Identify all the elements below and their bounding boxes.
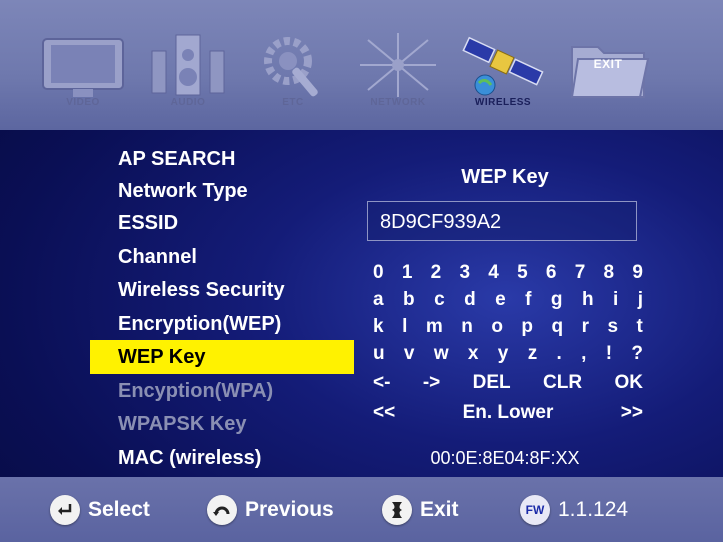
enter-icon bbox=[50, 495, 80, 525]
key-3[interactable]: 3 bbox=[459, 262, 470, 288]
key-question[interactable]: ? bbox=[631, 343, 643, 369]
keyboard-row-controls: <- -> DEL CLR OK bbox=[373, 372, 643, 398]
key-q[interactable]: q bbox=[552, 316, 564, 342]
key-period[interactable]: . bbox=[557, 343, 562, 369]
category-label: VIDEO bbox=[66, 97, 100, 108]
select-button[interactable]: Select bbox=[50, 495, 150, 525]
key-4[interactable]: 4 bbox=[488, 262, 499, 288]
key-m[interactable]: m bbox=[426, 316, 443, 342]
category-video[interactable]: VIDEO bbox=[28, 25, 138, 125]
key-0[interactable]: 0 bbox=[373, 262, 384, 288]
menu-item-essid[interactable]: ESSID bbox=[90, 206, 354, 240]
satellite-icon bbox=[462, 36, 544, 96]
key-z[interactable]: z bbox=[528, 343, 538, 369]
key-2[interactable]: 2 bbox=[431, 262, 442, 288]
key-w[interactable]: w bbox=[434, 343, 449, 369]
category-exit[interactable]: EXIT bbox=[553, 25, 663, 125]
firmware-badge-icon: FW bbox=[520, 495, 550, 525]
menu-item-wpapsk-key: WPAPSK Key bbox=[118, 413, 247, 435]
menu-item-channel[interactable]: Channel bbox=[90, 240, 354, 274]
tv-icon bbox=[42, 38, 124, 97]
category-bar: VIDEO AUDIO ETC NETWORK WIRELESS EXIT bbox=[0, 0, 723, 130]
keyboard-row-u-symbols: u v w x y z . , ! ? bbox=[373, 343, 643, 369]
key-b[interactable]: b bbox=[403, 289, 415, 315]
key-ok[interactable]: OK bbox=[615, 372, 644, 398]
previous-button[interactable]: Previous bbox=[207, 495, 334, 525]
key-p[interactable]: p bbox=[521, 316, 533, 342]
key-x[interactable]: x bbox=[468, 343, 479, 369]
key-l[interactable]: l bbox=[402, 316, 407, 342]
speaker-icon bbox=[151, 34, 225, 96]
previous-label: Previous bbox=[245, 498, 334, 521]
key-c[interactable]: c bbox=[434, 289, 445, 315]
key-t[interactable]: t bbox=[637, 316, 643, 342]
category-label: WIRELESS bbox=[474, 97, 532, 108]
key-comma[interactable]: , bbox=[581, 343, 586, 369]
category-label: NETWORK bbox=[370, 97, 426, 108]
key-prev-layout[interactable]: << bbox=[373, 402, 395, 428]
return-arrow-icon bbox=[207, 495, 237, 525]
category-wireless[interactable]: WIRELESS bbox=[448, 25, 558, 125]
category-audio[interactable]: AUDIO bbox=[133, 25, 243, 125]
mac-address: 00:0E:8E04:8F:XX bbox=[430, 448, 580, 468]
category-etc[interactable]: ETC bbox=[238, 25, 348, 125]
menu-item-ap-search[interactable]: AP SEARCH bbox=[90, 142, 354, 176]
key-i[interactable]: i bbox=[613, 289, 618, 315]
key-r[interactable]: r bbox=[582, 316, 589, 342]
key-cursor-right[interactable]: -> bbox=[423, 372, 440, 398]
bottom-hint-bar: Select Previous Exit FW 1.1.124 bbox=[0, 477, 723, 542]
exit-label: Exit bbox=[420, 498, 459, 521]
key-next-layout[interactable]: >> bbox=[621, 402, 643, 428]
keyboard-row-digits: 0 1 2 3 4 5 6 7 8 9 bbox=[373, 262, 643, 288]
key-9[interactable]: 9 bbox=[632, 262, 643, 288]
key-e[interactable]: e bbox=[495, 289, 506, 315]
wep-key-input[interactable]: 8D9CF939A2 bbox=[367, 201, 637, 241]
settings-screen: VIDEO AUDIO ETC NETWORK WIRELESS EXIT AP… bbox=[0, 0, 723, 542]
key-6[interactable]: 6 bbox=[546, 262, 557, 288]
key-7[interactable]: 7 bbox=[575, 262, 586, 288]
key-f[interactable]: f bbox=[525, 289, 531, 315]
key-8[interactable]: 8 bbox=[604, 262, 615, 288]
firmware-version-label: 1.1.124 bbox=[558, 498, 629, 521]
key-h[interactable]: h bbox=[582, 289, 594, 315]
key-exclamation[interactable]: ! bbox=[606, 343, 612, 369]
key-cursor-left[interactable]: <- bbox=[373, 372, 390, 398]
key-a[interactable]: a bbox=[373, 289, 384, 315]
keyboard-row-a-j: a b c d e f g h i j bbox=[373, 289, 643, 315]
wrench-icon bbox=[382, 495, 412, 525]
firmware-version: FW 1.1.124 bbox=[520, 495, 628, 525]
keyboard-row-k-t: k l m n o p q r s t bbox=[373, 316, 643, 342]
keyboard-row-layout: << En. Lower >> bbox=[373, 402, 643, 428]
key-j[interactable]: j bbox=[638, 289, 643, 315]
key-5[interactable]: 5 bbox=[517, 262, 528, 288]
menu-item-encryption-wpa: Encyption(WPA) bbox=[118, 380, 274, 402]
category-label: AUDIO bbox=[170, 97, 206, 108]
key-v[interactable]: v bbox=[404, 343, 415, 369]
menu-item-encryption-wep[interactable]: Encryption(WEP) bbox=[90, 307, 354, 341]
select-label: Select bbox=[88, 498, 150, 521]
category-network[interactable]: NETWORK bbox=[343, 25, 453, 125]
key-k[interactable]: k bbox=[373, 316, 384, 342]
menu-item-mac-wireless[interactable]: MAC (wireless) bbox=[90, 441, 354, 475]
key-s[interactable]: s bbox=[607, 316, 618, 342]
key-layout-name[interactable]: En. Lower bbox=[463, 402, 554, 428]
key-u[interactable]: u bbox=[373, 343, 385, 369]
exit-button[interactable]: Exit bbox=[382, 495, 459, 525]
network-icon bbox=[360, 33, 436, 97]
menu-item-wireless-security[interactable]: Wireless Security bbox=[90, 273, 354, 307]
key-y[interactable]: y bbox=[498, 343, 509, 369]
key-delete[interactable]: DEL bbox=[473, 372, 511, 398]
key-n[interactable]: n bbox=[461, 316, 473, 342]
key-g[interactable]: g bbox=[551, 289, 563, 315]
key-clear[interactable]: CLR bbox=[543, 372, 582, 398]
category-label: EXIT bbox=[593, 57, 623, 71]
gear-wrench-icon bbox=[264, 37, 318, 97]
category-label: ETC bbox=[282, 97, 304, 108]
key-o[interactable]: o bbox=[491, 316, 503, 342]
key-1[interactable]: 1 bbox=[402, 262, 413, 288]
panel-title: WEP Key bbox=[461, 166, 549, 188]
key-d[interactable]: d bbox=[464, 289, 476, 315]
menu-item-network-type[interactable]: Network Type bbox=[90, 174, 354, 208]
menu-item-wep-key[interactable]: WEP Key bbox=[90, 340, 354, 374]
